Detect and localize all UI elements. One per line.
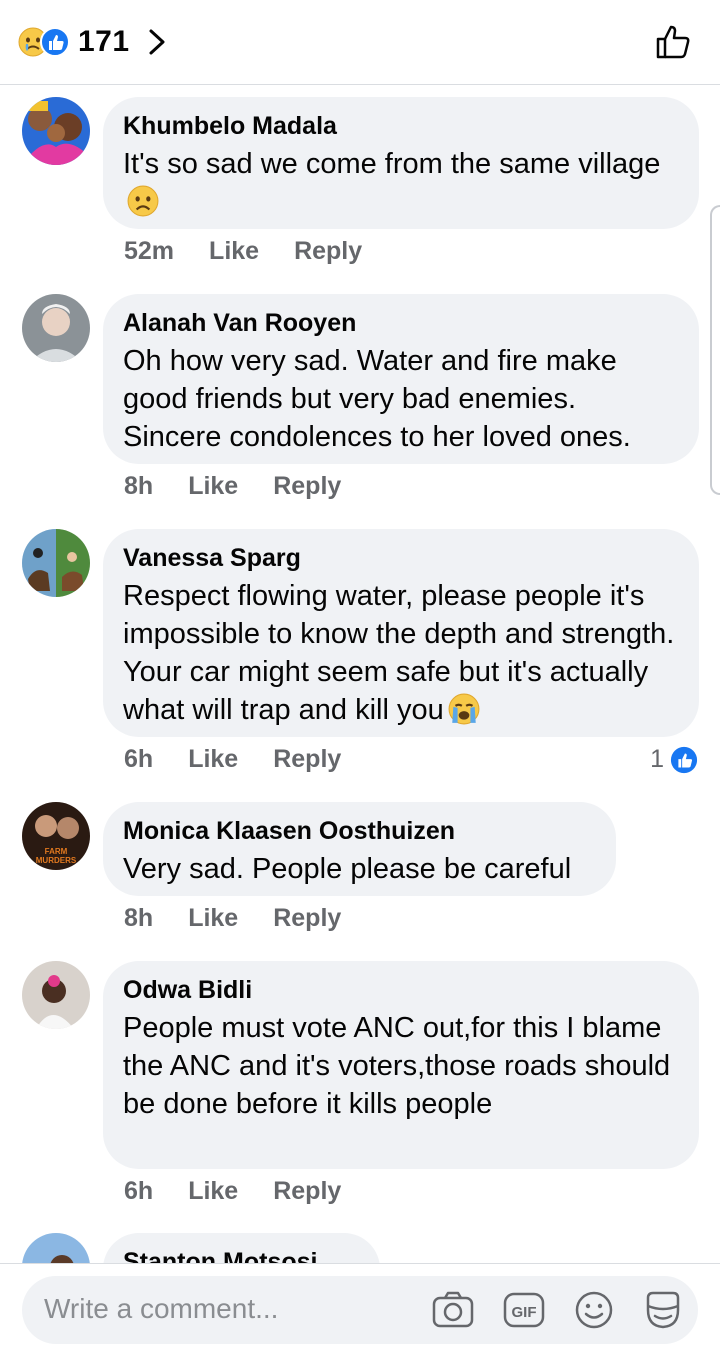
- comment-bubble: Khumbelo Madala It's so sad we come from…: [103, 97, 699, 229]
- avatar[interactable]: [22, 529, 90, 597]
- like-button[interactable]: Like: [188, 904, 238, 933]
- comment-time[interactable]: 6h: [124, 1177, 153, 1206]
- comment-input[interactable]: Write a comment... GIF: [22, 1276, 698, 1344]
- comment-meta: 6h Like Reply: [124, 1177, 341, 1206]
- comment-text: Respect flowing water, please people it'…: [123, 580, 675, 726]
- comment-time[interactable]: 8h: [124, 904, 153, 933]
- comment-time[interactable]: 52m: [124, 237, 174, 266]
- comment-author[interactable]: Stanton Motsosi: [123, 1247, 360, 1263]
- comment-author[interactable]: Monica Klaasen Oosthuizen: [123, 816, 596, 846]
- like-button[interactable]: Like: [188, 472, 238, 501]
- svg-text:MURDERS: MURDERS: [36, 856, 77, 865]
- like-button[interactable]: Like: [188, 1177, 238, 1206]
- scrollbar[interactable]: [710, 205, 720, 495]
- comment-author[interactable]: Khumbelo Madala: [123, 111, 679, 141]
- comment-text: Oh how very sad. Water and fire make goo…: [123, 345, 631, 453]
- comment-author[interactable]: Alanah Van Rooyen: [123, 308, 679, 338]
- comment-like-count[interactable]: 1: [650, 745, 698, 774]
- comment-bubble: Alanah Van Rooyen Oh how very sad. Water…: [103, 294, 699, 464]
- comment-author[interactable]: Vanessa Sparg: [123, 543, 679, 573]
- gif-icon[interactable]: GIF: [503, 1290, 545, 1330]
- reply-button[interactable]: Reply: [273, 904, 341, 933]
- gif-label: GIF: [512, 1304, 537, 1321]
- reply-button[interactable]: Reply: [273, 472, 341, 501]
- like-button[interactable]: Like: [188, 745, 238, 774]
- crying-face-emoji: [448, 693, 480, 725]
- avatar[interactable]: FARM MURDERS: [22, 802, 90, 870]
- sticker-icon[interactable]: [642, 1290, 684, 1330]
- comment-meta: 8h Like Reply: [124, 472, 341, 501]
- camera-icon[interactable]: [432, 1290, 474, 1330]
- avatar[interactable]: [22, 1233, 90, 1263]
- like-button[interactable]: Like: [209, 237, 259, 266]
- reactions-summary[interactable]: 171: [18, 22, 168, 62]
- like-reaction-icon: [40, 27, 70, 57]
- avatar[interactable]: [22, 97, 90, 165]
- reaction-count: 171: [78, 25, 130, 58]
- like-count-number: 1: [650, 745, 664, 773]
- comment-meta: 52m Like Reply: [124, 237, 362, 266]
- reactions-header: 171: [0, 0, 720, 85]
- comment-author[interactable]: Odwa Bidli: [123, 975, 679, 1005]
- chevron-right-icon: [146, 27, 168, 57]
- comment-bubble: Stanton Motsosi: [103, 1233, 380, 1263]
- comment-bubble: Monica Klaasen Oosthuizen Very sad. Peop…: [103, 802, 616, 896]
- comment-composer: Write a comment... GIF: [0, 1263, 720, 1356]
- comment-meta: 8h Like Reply: [124, 904, 341, 933]
- comment-meta: 6h Like Reply: [124, 745, 341, 774]
- emoji-icon[interactable]: [573, 1290, 615, 1330]
- avatar[interactable]: [22, 961, 90, 1029]
- comment-input-placeholder: Write a comment...: [44, 1293, 279, 1324]
- comments-feed[interactable]: Khumbelo Madala It's so sad we come from…: [0, 85, 720, 1263]
- comment-bubble: Vanessa Sparg Respect flowing water, ple…: [103, 529, 699, 737]
- thumbs-up-outline-icon[interactable]: [654, 22, 694, 62]
- reply-button[interactable]: Reply: [273, 745, 341, 774]
- reply-button[interactable]: Reply: [273, 1177, 341, 1206]
- avatar[interactable]: [22, 294, 90, 362]
- comment-text: Very sad. People please be careful: [123, 853, 572, 885]
- svg-text:FARM: FARM: [45, 847, 68, 856]
- comment-text: People must vote ANC out,for this I blam…: [123, 1012, 671, 1120]
- comment-time[interactable]: 6h: [124, 745, 153, 774]
- reply-button[interactable]: Reply: [294, 237, 362, 266]
- comment-bubble: Odwa Bidli People must vote ANC out,for …: [103, 961, 699, 1169]
- comment-text: It's so sad we come from the same villag…: [123, 145, 679, 221]
- comment-time[interactable]: 8h: [124, 472, 153, 501]
- sad-face-emoji: [127, 185, 159, 217]
- like-reaction-icon: [670, 746, 698, 774]
